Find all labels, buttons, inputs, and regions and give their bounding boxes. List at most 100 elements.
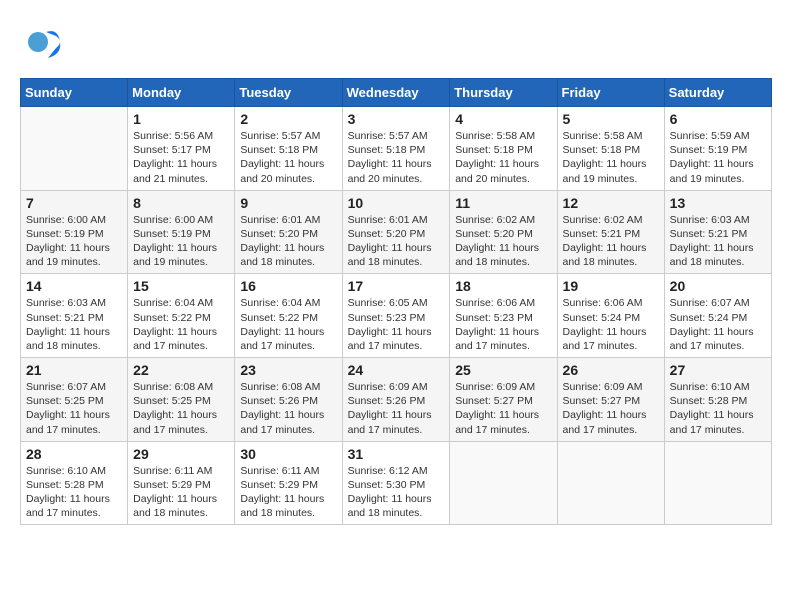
day-number: 20 xyxy=(670,278,766,294)
calendar-cell: 12 Sunrise: 6:02 AM Sunset: 5:21 PM Dayli… xyxy=(557,190,664,274)
day-info: Sunrise: 6:06 AM Sunset: 5:23 PM Dayligh… xyxy=(455,296,551,353)
day-number: 13 xyxy=(670,195,766,211)
day-info: Sunrise: 6:10 AM Sunset: 5:28 PM Dayligh… xyxy=(26,464,122,521)
day-of-week-header: Friday xyxy=(557,79,664,107)
logo xyxy=(20,20,72,68)
day-number: 29 xyxy=(133,446,229,462)
calendar-cell: 7 Sunrise: 6:00 AM Sunset: 5:19 PM Daylig… xyxy=(21,190,128,274)
day-number: 19 xyxy=(563,278,659,294)
calendar-cell: 19 Sunrise: 6:06 AM Sunset: 5:24 PM Dayli… xyxy=(557,274,664,358)
day-of-week-header: Sunday xyxy=(21,79,128,107)
calendar-cell xyxy=(21,107,128,191)
day-of-week-header: Monday xyxy=(128,79,235,107)
calendar-header-row: SundayMondayTuesdayWednesdayThursdayFrid… xyxy=(21,79,772,107)
day-number: 23 xyxy=(240,362,336,378)
day-info: Sunrise: 6:11 AM Sunset: 5:29 PM Dayligh… xyxy=(133,464,229,521)
day-number: 17 xyxy=(348,278,445,294)
calendar-cell: 1Sunrise: 5:56 AM Sunset: 5:17 PM Daylig… xyxy=(128,107,235,191)
calendar-week-row: 28 Sunrise: 6:10 AM Sunset: 5:28 PM Dayli… xyxy=(21,441,772,525)
day-info: Sunrise: 6:08 AM Sunset: 5:26 PM Dayligh… xyxy=(240,380,336,437)
day-info: Sunrise: 6:10 AM Sunset: 5:28 PM Dayligh… xyxy=(670,380,766,437)
day-number: 22 xyxy=(133,362,229,378)
day-number: 5 xyxy=(563,111,659,127)
calendar-cell: 20 Sunrise: 6:07 AM Sunset: 5:24 PM Dayli… xyxy=(664,274,771,358)
calendar-cell: 24 Sunrise: 6:09 AM Sunset: 5:26 PM Dayli… xyxy=(342,358,450,442)
calendar-cell: 27 Sunrise: 6:10 AM Sunset: 5:28 PM Dayli… xyxy=(664,358,771,442)
day-info: Sunrise: 6:05 AM Sunset: 5:23 PM Dayligh… xyxy=(348,296,445,353)
day-number: 16 xyxy=(240,278,336,294)
day-number: 14 xyxy=(26,278,122,294)
day-number: 15 xyxy=(133,278,229,294)
day-number: 9 xyxy=(240,195,336,211)
day-info: Sunrise: 5:56 AM Sunset: 5:17 PM Dayligh… xyxy=(133,129,229,186)
day-number: 26 xyxy=(563,362,659,378)
day-info: Sunrise: 5:59 AM Sunset: 5:19 PM Dayligh… xyxy=(670,129,766,186)
calendar-cell: 4Sunrise: 5:58 AM Sunset: 5:18 PM Daylig… xyxy=(450,107,557,191)
day-info: Sunrise: 6:02 AM Sunset: 5:21 PM Dayligh… xyxy=(563,213,659,270)
day-info: Sunrise: 5:57 AM Sunset: 5:18 PM Dayligh… xyxy=(240,129,336,186)
day-info: Sunrise: 6:12 AM Sunset: 5:30 PM Dayligh… xyxy=(348,464,445,521)
day-number: 10 xyxy=(348,195,445,211)
day-info: Sunrise: 5:58 AM Sunset: 5:18 PM Dayligh… xyxy=(563,129,659,186)
calendar-cell: 11 Sunrise: 6:02 AM Sunset: 5:20 PM Dayli… xyxy=(450,190,557,274)
day-number: 27 xyxy=(670,362,766,378)
calendar-cell: 8Sunrise: 6:00 AM Sunset: 5:19 PM Daylig… xyxy=(128,190,235,274)
day-of-week-header: Wednesday xyxy=(342,79,450,107)
page-header xyxy=(20,20,772,68)
day-info: Sunrise: 6:00 AM Sunset: 5:19 PM Dayligh… xyxy=(26,213,122,270)
calendar-week-row: 14 Sunrise: 6:03 AM Sunset: 5:21 PM Dayli… xyxy=(21,274,772,358)
day-info: Sunrise: 6:09 AM Sunset: 5:27 PM Dayligh… xyxy=(563,380,659,437)
day-info: Sunrise: 6:07 AM Sunset: 5:25 PM Dayligh… xyxy=(26,380,122,437)
calendar-cell: 14 Sunrise: 6:03 AM Sunset: 5:21 PM Dayli… xyxy=(21,274,128,358)
calendar-table: SundayMondayTuesdayWednesdayThursdayFrid… xyxy=(20,78,772,525)
day-info: Sunrise: 6:02 AM Sunset: 5:20 PM Dayligh… xyxy=(455,213,551,270)
calendar-cell: 3Sunrise: 5:57 AM Sunset: 5:18 PM Daylig… xyxy=(342,107,450,191)
calendar-cell: 16 Sunrise: 6:04 AM Sunset: 5:22 PM Dayli… xyxy=(235,274,342,358)
calendar-cell: 17 Sunrise: 6:05 AM Sunset: 5:23 PM Dayli… xyxy=(342,274,450,358)
calendar-cell: 28 Sunrise: 6:10 AM Sunset: 5:28 PM Dayli… xyxy=(21,441,128,525)
day-number: 24 xyxy=(348,362,445,378)
calendar-cell: 9 Sunrise: 6:01 AM Sunset: 5:20 PM Daylig… xyxy=(235,190,342,274)
day-info: Sunrise: 6:03 AM Sunset: 5:21 PM Dayligh… xyxy=(26,296,122,353)
day-info: Sunrise: 5:57 AM Sunset: 5:18 PM Dayligh… xyxy=(348,129,445,186)
day-of-week-header: Tuesday xyxy=(235,79,342,107)
day-info: Sunrise: 6:11 AM Sunset: 5:29 PM Dayligh… xyxy=(240,464,336,521)
day-number: 30 xyxy=(240,446,336,462)
calendar-cell: 30 Sunrise: 6:11 AM Sunset: 5:29 PM Dayli… xyxy=(235,441,342,525)
day-of-week-header: Thursday xyxy=(450,79,557,107)
day-info: Sunrise: 6:08 AM Sunset: 5:25 PM Dayligh… xyxy=(133,380,229,437)
calendar-week-row: 7 Sunrise: 6:00 AM Sunset: 5:19 PM Daylig… xyxy=(21,190,772,274)
calendar-cell: 22 Sunrise: 6:08 AM Sunset: 5:25 PM Dayli… xyxy=(128,358,235,442)
calendar-cell: 26 Sunrise: 6:09 AM Sunset: 5:27 PM Dayli… xyxy=(557,358,664,442)
calendar-week-row: 21Sunrise: 6:07 AM Sunset: 5:25 PM Dayli… xyxy=(21,358,772,442)
calendar-cell: 29 Sunrise: 6:11 AM Sunset: 5:29 PM Dayli… xyxy=(128,441,235,525)
calendar-cell xyxy=(450,441,557,525)
day-number: 28 xyxy=(26,446,122,462)
calendar-cell: 25 Sunrise: 6:09 AM Sunset: 5:27 PM Dayli… xyxy=(450,358,557,442)
calendar-cell: 6 Sunrise: 5:59 AM Sunset: 5:19 PM Daylig… xyxy=(664,107,771,191)
calendar-cell: 2 Sunrise: 5:57 AM Sunset: 5:18 PM Daylig… xyxy=(235,107,342,191)
day-number: 2 xyxy=(240,111,336,127)
day-number: 31 xyxy=(348,446,445,462)
day-number: 11 xyxy=(455,195,551,211)
calendar-cell: 18Sunrise: 6:06 AM Sunset: 5:23 PM Dayli… xyxy=(450,274,557,358)
day-number: 7 xyxy=(26,195,122,211)
day-info: Sunrise: 6:01 AM Sunset: 5:20 PM Dayligh… xyxy=(240,213,336,270)
calendar-cell: 31 Sunrise: 6:12 AM Sunset: 5:30 PM Dayli… xyxy=(342,441,450,525)
day-info: Sunrise: 6:06 AM Sunset: 5:24 PM Dayligh… xyxy=(563,296,659,353)
day-number: 25 xyxy=(455,362,551,378)
day-info: Sunrise: 6:09 AM Sunset: 5:26 PM Dayligh… xyxy=(348,380,445,437)
day-info: Sunrise: 6:03 AM Sunset: 5:21 PM Dayligh… xyxy=(670,213,766,270)
day-info: Sunrise: 6:07 AM Sunset: 5:24 PM Dayligh… xyxy=(670,296,766,353)
day-number: 12 xyxy=(563,195,659,211)
calendar-cell: 21Sunrise: 6:07 AM Sunset: 5:25 PM Dayli… xyxy=(21,358,128,442)
day-number: 6 xyxy=(670,111,766,127)
day-of-week-header: Saturday xyxy=(664,79,771,107)
day-info: Sunrise: 6:04 AM Sunset: 5:22 PM Dayligh… xyxy=(133,296,229,353)
calendar-week-row: 1Sunrise: 5:56 AM Sunset: 5:17 PM Daylig… xyxy=(21,107,772,191)
logo-icon xyxy=(20,20,68,68)
day-info: Sunrise: 6:04 AM Sunset: 5:22 PM Dayligh… xyxy=(240,296,336,353)
day-info: Sunrise: 5:58 AM Sunset: 5:18 PM Dayligh… xyxy=(455,129,551,186)
day-info: Sunrise: 6:09 AM Sunset: 5:27 PM Dayligh… xyxy=(455,380,551,437)
calendar-cell: 5 Sunrise: 5:58 AM Sunset: 5:18 PM Daylig… xyxy=(557,107,664,191)
